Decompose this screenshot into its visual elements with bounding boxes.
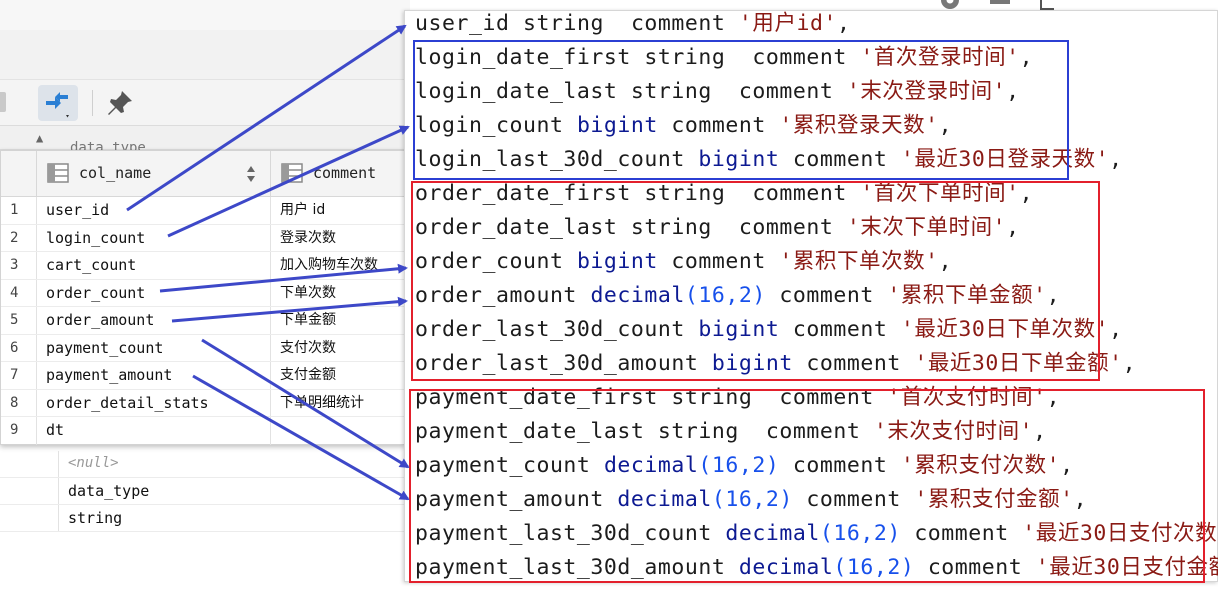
payment-fields-box — [409, 389, 1205, 583]
table-column-icon — [47, 163, 69, 183]
pin-icon — [108, 91, 132, 115]
row-number-header — [1, 151, 37, 197]
panel-icon[interactable] — [1040, 0, 1054, 10]
row-number: 1 — [1, 197, 37, 224]
columns-grid: col_name comment 1 user_id 用户 id 2 login… — [0, 150, 406, 445]
comment-cell[interactable]: 加入购物车次数 — [271, 252, 406, 279]
line-end: , — [1109, 317, 1123, 342]
cell-divider — [58, 478, 59, 504]
col-name-cell[interactable]: user_id — [37, 197, 271, 224]
compare-arrows-icon — [46, 92, 69, 118]
row-number: 3 — [1, 252, 37, 279]
background-row[interactable]: string — [0, 505, 410, 532]
comment-string: '用户id' — [738, 11, 837, 36]
gear-icon[interactable] — [938, 0, 962, 10]
comment-cell[interactable]: 支付次数 — [271, 335, 406, 362]
table-row[interactable]: 4 order_count 下单次数 — [1, 279, 406, 307]
pin-button[interactable] — [104, 87, 136, 119]
col-name-header-label: col_name — [79, 164, 152, 182]
null-value: <null> — [68, 455, 119, 471]
comment-header-label: comment — [313, 164, 377, 182]
comment-cell[interactable]: 支付金额 — [271, 362, 406, 389]
col-name-cell[interactable]: order_detail_stats — [37, 389, 271, 416]
table-row[interactable]: 9 dt — [1, 417, 404, 445]
comment-cell[interactable]: 登录次数 — [271, 225, 406, 252]
compare-button[interactable] — [38, 85, 78, 121]
comment-cell[interactable]: 下单明细统计 — [271, 390, 406, 417]
table-row[interactable]: 5 order_amount 下单金额 — [1, 307, 404, 335]
window-top-area — [0, 0, 410, 30]
row-number: 4 — [1, 279, 37, 306]
ddl-code-panel: user_id string comment '用户id', login_dat… — [404, 10, 1218, 583]
toolbar-separator — [92, 90, 93, 116]
comment-cell[interactable] — [271, 417, 406, 445]
line-end: , — [1122, 351, 1137, 376]
col-name-cell[interactable]: login_count — [37, 224, 271, 251]
tab-strip — [0, 30, 410, 80]
comment-cell[interactable]: 下单金额 — [271, 307, 406, 334]
row-number: 2 — [1, 224, 37, 251]
col-name-cell[interactable]: payment_count — [37, 334, 271, 361]
col-name-cell[interactable]: payment_amount — [37, 362, 271, 389]
col-name-cell[interactable]: order_count — [37, 279, 271, 306]
comment-header[interactable]: comment — [271, 151, 406, 197]
row-number: 7 — [1, 362, 37, 389]
cell-divider — [58, 505, 59, 531]
table-row[interactable]: 1 user_id 用户 id — [1, 197, 404, 225]
field-name: user_id — [415, 11, 510, 36]
col-name-header[interactable]: col_name — [37, 151, 271, 197]
minimize-icon[interactable] — [990, 0, 1010, 4]
field-type: string — [522, 11, 604, 36]
col-name-cell[interactable]: dt — [37, 417, 271, 445]
cell-value: data_type — [68, 482, 150, 500]
background-row[interactable]: data_type — [0, 478, 410, 505]
background-row[interactable]: <null> — [0, 451, 410, 478]
table-column-icon — [281, 163, 303, 183]
col-name-cell[interactable]: order_amount — [37, 307, 271, 334]
comment-cell[interactable]: 用户 id — [271, 197, 406, 224]
sort-up-icon[interactable]: ▲ — [36, 131, 43, 145]
row-number: 5 — [1, 307, 37, 334]
table-row[interactable]: 2 login_count 登录次数 — [1, 224, 406, 252]
results-toolbar — [0, 80, 410, 126]
cell-divider — [58, 451, 59, 477]
col-name-cell[interactable]: cart_count — [37, 252, 271, 279]
login-fields-box — [413, 40, 1069, 180]
toolbar-edge-button[interactable] — [0, 92, 6, 112]
table-row[interactable]: 6 payment_count 支付次数 — [1, 334, 406, 362]
table-row[interactable]: 8 order_detail_stats 下单明细统计 — [1, 389, 406, 417]
table-row[interactable]: 3 cart_count 加入购物车次数 — [1, 252, 404, 280]
comment-cell[interactable]: 下单次数 — [271, 280, 406, 307]
background-result-header: ▲ data_type — [0, 126, 410, 156]
line-end: , — [1109, 147, 1123, 172]
row-number: 9 — [1, 417, 37, 445]
row-number: 8 — [1, 389, 37, 416]
order-fields-box — [411, 181, 1100, 381]
row-number: 6 — [1, 334, 37, 361]
table-row[interactable]: 7 payment_amount 支付金额 — [1, 362, 404, 390]
line-end: , — [836, 11, 851, 36]
grid-header: col_name comment — [1, 151, 406, 197]
sort-icon[interactable] — [246, 165, 256, 183]
comment-keyword: comment — [630, 11, 726, 36]
cell-value: string — [68, 509, 123, 527]
